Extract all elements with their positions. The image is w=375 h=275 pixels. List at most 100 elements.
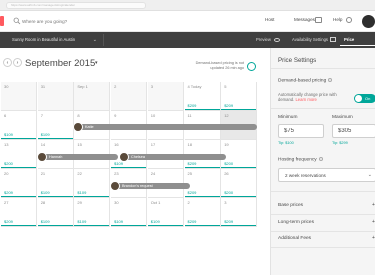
price-indicator	[74, 196, 110, 197]
divider	[271, 247, 375, 248]
eye-icon	[274, 38, 280, 42]
guest-avatar	[110, 181, 120, 191]
price-indicator	[221, 167, 257, 168]
calendar-day-cell[interactable]: 13 $200	[1, 140, 37, 169]
calendar-day-cell[interactable]: Oct 1 $109	[147, 198, 184, 227]
chevron-down-icon: ⌄	[367, 172, 372, 178]
calendar-day-cell[interactable]: 20 $209	[1, 169, 37, 198]
calendar-day-cell[interactable]: 25 $209	[184, 169, 221, 198]
minimum-price-input[interactable]	[278, 124, 324, 138]
expand-icon[interactable]: +	[372, 202, 375, 208]
calendar-day-cell[interactable]: 3 $209	[221, 198, 258, 227]
listing-toolbar: Sunny Room in Beautiful in Austin ⌄ Prev…	[0, 32, 375, 54]
day-number: 27	[4, 200, 9, 205]
price-indicator	[74, 225, 110, 226]
day-price: $209	[187, 103, 197, 108]
nav-help[interactable]: Help	[333, 17, 342, 22]
messages-icon[interactable]	[315, 17, 322, 23]
learn-more-link[interactable]: Learn more	[295, 97, 316, 102]
day-number: 22	[77, 171, 82, 176]
calendar-day-cell[interactable]: 2	[111, 82, 148, 111]
hosting-frequency-select[interactable]: 2 week reservations ⌄	[278, 168, 375, 182]
listing-name: Sunny Room in Beautiful in Austin	[12, 37, 76, 42]
divider	[271, 191, 375, 192]
info-icon[interactable]	[318, 157, 323, 161]
expand-icon[interactable]: +	[372, 219, 375, 225]
maximum-price-input[interactable]	[332, 124, 375, 138]
day-price: $109	[40, 219, 50, 224]
brand-logo[interactable]	[0, 16, 4, 26]
day-number: 25	[187, 171, 192, 176]
calendar-day-cell[interactable]: 28 $109	[37, 198, 74, 227]
preview-button[interactable]: Preview	[252, 34, 275, 46]
day-number: 8	[77, 113, 80, 118]
info-icon[interactable]	[328, 78, 333, 82]
day-number: 24	[150, 171, 156, 176]
help-icon[interactable]	[346, 17, 352, 23]
availability-settings-button[interactable]: Availability Settings	[288, 34, 332, 46]
day-price: $109	[4, 132, 13, 137]
calendar-day-cell[interactable]: 5 $209	[221, 82, 258, 111]
day-number: 21	[40, 171, 46, 176]
day-price: $200	[224, 161, 234, 166]
booking-bar[interactable]: Brandon's request	[110, 181, 190, 191]
calendar-day-cell[interactable]: 30 $109	[111, 198, 148, 227]
day-number: 2	[187, 200, 190, 205]
calendar-day-cell[interactable]: 27 $209	[1, 198, 37, 227]
calendar-day-cell[interactable]: Sep 1	[74, 82, 111, 111]
hosting-frequency-value: 2 week reservations	[285, 173, 326, 178]
toggle-knob	[355, 95, 362, 102]
listing-selector[interactable]: Sunny Room in Beautiful in Austin ⌄	[6, 34, 104, 46]
browser-chrome: https://www.airbnb.com/manage-listing/ca…	[0, 0, 375, 11]
base-prices-section[interactable]: Base prices	[278, 203, 303, 208]
price-indicator	[37, 225, 73, 226]
day-price: $209	[224, 103, 234, 108]
guest-avatar	[119, 152, 129, 162]
address-bar[interactable]: https://www.airbnb.com/manage-listing/ca…	[6, 2, 146, 9]
avatar[interactable]	[362, 15, 375, 28]
booking-bar[interactable]: Chelsea	[119, 152, 226, 162]
booking-bar[interactable]: Katie	[73, 122, 257, 132]
calendar-day-cell[interactable]: 30	[1, 82, 37, 111]
price-settings-button[interactable]: Price Settings	[340, 34, 375, 54]
day-number: 13	[4, 142, 9, 147]
guest-name: Hannah	[49, 154, 63, 159]
day-number: 11	[187, 113, 192, 118]
price-indicator	[111, 167, 147, 168]
calendar-day-cell[interactable]: 29 $109	[74, 198, 111, 227]
price-settings-panel: Price Settings Demand-based pricing Auto…	[270, 48, 375, 275]
price-indicator	[37, 196, 73, 197]
calendar-day-cell[interactable]: 22 $109	[74, 169, 111, 198]
calendar-icon	[330, 37, 336, 42]
demand-pricing-toggle[interactable]: On	[354, 94, 375, 103]
calendar-day-cell[interactable]: 7 $109	[37, 111, 74, 140]
prev-month-button[interactable]: ‹	[3, 58, 12, 67]
calendar-day-cell[interactable]: 21 $109	[37, 169, 74, 198]
calendar-day-cell[interactable]: 31	[37, 82, 74, 111]
demand-note: Demand-based pricing is not updated 26 m…	[195, 61, 244, 70]
month-title[interactable]: September 2015	[25, 58, 95, 69]
booking-bar[interactable]: Hannah	[37, 152, 118, 162]
calendar-day-cell[interactable]: 6 $109	[1, 111, 37, 140]
price-indicator	[1, 167, 36, 168]
day-price: $209	[187, 219, 197, 224]
next-month-button[interactable]: ›	[13, 58, 22, 67]
day-number: Sep 1	[77, 84, 88, 89]
calendar-day-cell[interactable]: 2 $209	[184, 198, 221, 227]
expand-icon[interactable]: +	[372, 235, 375, 241]
long-term-prices-section[interactable]: Long-term prices	[278, 220, 314, 225]
day-number: 29	[77, 200, 82, 205]
price-indicator	[221, 225, 257, 226]
calendar-day-cell[interactable]: 3	[147, 82, 184, 111]
calendar-day-cell[interactable]: 4 Today $209	[184, 82, 221, 111]
chevron-down-icon[interactable]: ▾	[95, 60, 98, 66]
day-price: $209	[187, 161, 197, 166]
calendar-day-cell[interactable]: 26 $200	[221, 169, 258, 198]
nav-messages[interactable]: Messages	[294, 17, 315, 22]
maximum-label: Maximum	[332, 115, 353, 120]
additional-fees-section[interactable]: Additional Fees	[278, 236, 311, 241]
nav-host[interactable]: Host	[265, 17, 274, 22]
refresh-icon[interactable]	[247, 62, 256, 71]
search-input[interactable]	[22, 15, 252, 27]
calendar-day-cell[interactable]: 19 $200	[221, 140, 258, 169]
